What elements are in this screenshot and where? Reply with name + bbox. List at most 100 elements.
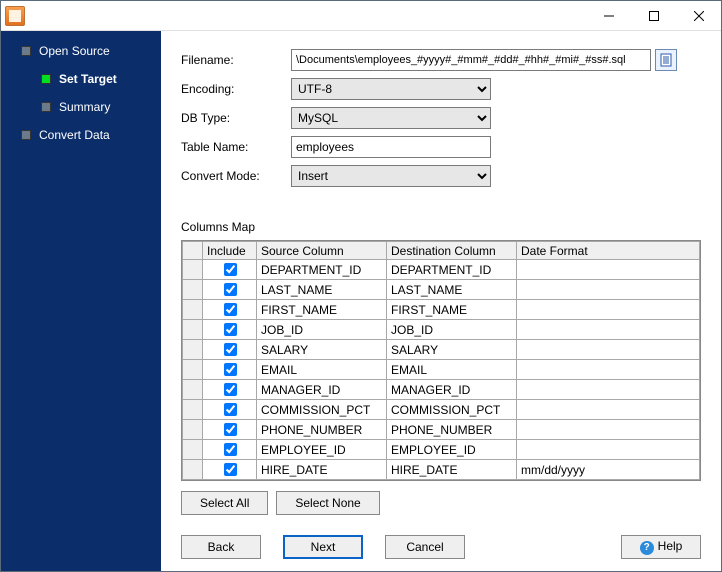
table-row[interactable]: EMPLOYEE_IDEMPLOYEE_ID: [183, 440, 700, 460]
row-header[interactable]: [183, 300, 203, 320]
filename-input[interactable]: [291, 49, 651, 71]
source-cell[interactable]: EMPLOYEE_ID: [257, 440, 387, 460]
destination-cell[interactable]: EMPLOYEE_ID: [387, 440, 517, 460]
row-header[interactable]: [183, 380, 203, 400]
row-header[interactable]: [183, 420, 203, 440]
include-checkbox[interactable]: [224, 383, 237, 396]
dateformat-cell[interactable]: [517, 260, 700, 280]
include-checkbox[interactable]: [224, 403, 237, 416]
source-cell[interactable]: FIRST_NAME: [257, 300, 387, 320]
dbtype-label: DB Type:: [181, 111, 291, 125]
include-checkbox[interactable]: [224, 323, 237, 336]
dateformat-cell[interactable]: [517, 360, 700, 380]
table-row[interactable]: JOB_IDJOB_ID: [183, 320, 700, 340]
dateformat-cell[interactable]: [517, 340, 700, 360]
dateformat-cell[interactable]: [517, 440, 700, 460]
col-header-destination[interactable]: Destination Column: [387, 242, 517, 260]
include-checkbox[interactable]: [224, 303, 237, 316]
table-row[interactable]: HIRE_DATEHIRE_DATEmm/dd/yyyy: [183, 460, 700, 480]
include-checkbox[interactable]: [224, 423, 237, 436]
select-all-button[interactable]: Select All: [181, 491, 268, 515]
source-cell[interactable]: DEPARTMENT_ID: [257, 260, 387, 280]
table-row[interactable]: MANAGER_IDMANAGER_ID: [183, 380, 700, 400]
dateformat-cell[interactable]: [517, 400, 700, 420]
dateformat-cell[interactable]: [517, 280, 700, 300]
close-button[interactable]: [676, 1, 721, 30]
destination-cell[interactable]: HIRE_DATE: [387, 460, 517, 480]
back-button[interactable]: Back: [181, 535, 261, 559]
dateformat-cell[interactable]: [517, 320, 700, 340]
dateformat-cell[interactable]: [517, 300, 700, 320]
step-marker-icon: [41, 74, 51, 84]
include-checkbox[interactable]: [224, 343, 237, 356]
col-header-source[interactable]: Source Column: [257, 242, 387, 260]
col-header-dateformat[interactable]: Date Format: [517, 242, 700, 260]
browse-button[interactable]: [655, 49, 677, 71]
destination-cell[interactable]: SALARY: [387, 340, 517, 360]
minimize-button[interactable]: [586, 1, 631, 30]
table-row[interactable]: SALARYSALARY: [183, 340, 700, 360]
step-label: Summary: [59, 100, 110, 114]
destination-cell[interactable]: PHONE_NUMBER: [387, 420, 517, 440]
convertmode-label: Convert Mode:: [181, 169, 291, 183]
row-header[interactable]: [183, 320, 203, 340]
source-cell[interactable]: COMMISSION_PCT: [257, 400, 387, 420]
tablename-input[interactable]: [291, 136, 491, 158]
destination-cell[interactable]: LAST_NAME: [387, 280, 517, 300]
help-button[interactable]: ?Help: [621, 535, 701, 559]
app-icon: [5, 6, 25, 26]
include-checkbox[interactable]: [224, 283, 237, 296]
step-open-source[interactable]: Open Source: [1, 37, 161, 65]
encoding-select[interactable]: UTF-8: [291, 78, 491, 100]
row-header[interactable]: [183, 440, 203, 460]
cancel-button[interactable]: Cancel: [385, 535, 465, 559]
source-cell[interactable]: HIRE_DATE: [257, 460, 387, 480]
destination-cell[interactable]: FIRST_NAME: [387, 300, 517, 320]
maximize-button[interactable]: [631, 1, 676, 30]
step-convert-data[interactable]: Convert Data: [1, 121, 161, 149]
table-row[interactable]: EMAILEMAIL: [183, 360, 700, 380]
dateformat-cell[interactable]: [517, 380, 700, 400]
destination-cell[interactable]: JOB_ID: [387, 320, 517, 340]
destination-cell[interactable]: MANAGER_ID: [387, 380, 517, 400]
source-cell[interactable]: MANAGER_ID: [257, 380, 387, 400]
select-none-button[interactable]: Select None: [276, 491, 379, 515]
table-row[interactable]: COMMISSION_PCTCOMMISSION_PCT: [183, 400, 700, 420]
row-header[interactable]: [183, 340, 203, 360]
table-row[interactable]: FIRST_NAMEFIRST_NAME: [183, 300, 700, 320]
next-button[interactable]: Next: [283, 535, 363, 559]
columns-map-title: Columns Map: [181, 220, 701, 234]
step-set-target[interactable]: Set Target: [1, 65, 161, 93]
step-summary[interactable]: Summary: [1, 93, 161, 121]
destination-cell[interactable]: COMMISSION_PCT: [387, 400, 517, 420]
table-row[interactable]: LAST_NAMELAST_NAME: [183, 280, 700, 300]
dbtype-select[interactable]: MySQL: [291, 107, 491, 129]
dateformat-cell[interactable]: mm/dd/yyyy: [517, 460, 700, 480]
source-cell[interactable]: PHONE_NUMBER: [257, 420, 387, 440]
table-row[interactable]: PHONE_NUMBERPHONE_NUMBER: [183, 420, 700, 440]
row-header[interactable]: [183, 260, 203, 280]
source-cell[interactable]: LAST_NAME: [257, 280, 387, 300]
content-panel: Filename: Encoding: UTF-8 DB Type:: [161, 31, 721, 571]
source-cell[interactable]: SALARY: [257, 340, 387, 360]
row-header[interactable]: [183, 360, 203, 380]
dateformat-cell[interactable]: [517, 420, 700, 440]
row-header[interactable]: [183, 460, 203, 480]
include-checkbox[interactable]: [224, 263, 237, 276]
source-cell[interactable]: JOB_ID: [257, 320, 387, 340]
help-label: Help: [658, 539, 683, 553]
row-header[interactable]: [183, 400, 203, 420]
step-marker-icon: [21, 46, 31, 56]
grid-corner: [183, 242, 203, 260]
destination-cell[interactable]: DEPARTMENT_ID: [387, 260, 517, 280]
include-checkbox[interactable]: [224, 443, 237, 456]
include-checkbox[interactable]: [224, 463, 237, 476]
include-checkbox[interactable]: [224, 363, 237, 376]
document-icon: [659, 53, 673, 67]
destination-cell[interactable]: EMAIL: [387, 360, 517, 380]
convertmode-select[interactable]: Insert: [291, 165, 491, 187]
col-header-include[interactable]: Include: [203, 242, 257, 260]
source-cell[interactable]: EMAIL: [257, 360, 387, 380]
table-row[interactable]: DEPARTMENT_IDDEPARTMENT_ID: [183, 260, 700, 280]
row-header[interactable]: [183, 280, 203, 300]
